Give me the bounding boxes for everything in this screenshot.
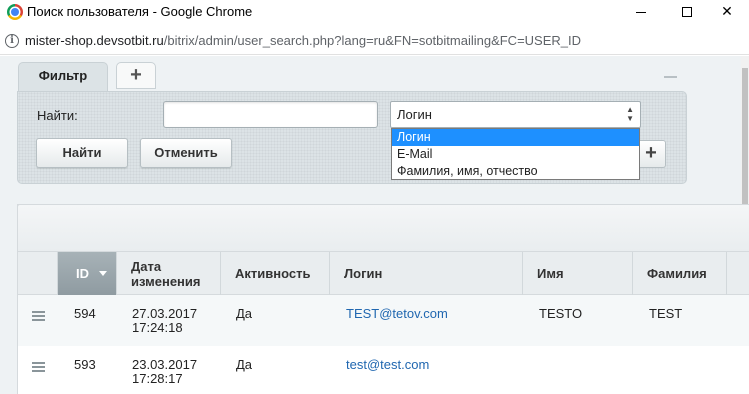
url-path: /bitrix/admin/user_search.php?lang=ru&FN… [163,33,582,48]
cell-date-time: 17:28:17 [132,371,183,386]
maximize-icon [682,7,692,18]
address-bar[interactable]: i mister-shop.devsotbit.ru/bitrix/admin/… [0,27,749,55]
cell-date-day: 27.03.2017 [132,306,198,321]
url-text[interactable]: mister-shop.devsotbit.ru/bitrix/admin/us… [25,33,581,48]
cell-login: test@test.com [346,358,429,372]
collapse-filter-icon[interactable] [664,76,677,78]
cell-login: TEST@tetov.com [346,307,448,321]
table-row[interactable]: 593 23.03.2017 17:28:17 Да test@test.com [17,346,749,394]
cell-active: Да [236,306,253,321]
tab-filter[interactable]: Фильтр [18,62,108,92]
cell-date-day: 23.03.2017 [132,357,198,372]
window-title: Поиск пользователя - Google Chrome [27,4,253,19]
cell-name: TESTO [539,306,583,321]
search-field-dropdown[interactable]: Логин E-Mail Фамилия, имя, отчество [391,128,640,180]
cell-surname: TEST [649,306,683,321]
cancel-button[interactable]: Отменить [140,138,232,168]
find-input[interactable] [163,101,378,128]
header-menu-column [18,252,58,295]
chrome-logo-icon [7,4,23,20]
cell-id: 593 [74,357,96,372]
row-menu-icon[interactable] [32,362,45,372]
login-link[interactable]: test@test.com [346,357,429,372]
add-condition-button[interactable]: + [636,140,666,168]
find-label: Найти: [37,108,78,123]
cell-date: 27.03.2017 17:24:18 [132,307,197,335]
minimize-icon [636,11,646,13]
search-field-select[interactable]: Логин ▲ ▼ [390,101,641,128]
header-name[interactable]: Имя [523,252,633,295]
header-id[interactable]: ID [58,252,117,295]
option-login[interactable]: Логин [392,129,639,146]
grid-header: ID Дата изменения Активность Логин Имя Ф… [17,252,749,295]
url-host: mister-shop.devsotbit.ru [25,33,164,48]
minimize-button[interactable] [618,0,664,24]
row-menu-icon[interactable] [32,311,45,321]
add-filter-tab-button[interactable]: + [116,62,156,89]
header-login[interactable]: Логин [330,252,523,295]
sort-desc-icon [99,271,107,276]
info-icon[interactable]: i [5,34,19,48]
header-surname[interactable]: Фамилия [633,252,727,295]
option-full-name[interactable]: Фамилия, имя, отчество [392,163,639,180]
window-titlebar: Поиск пользователя - Google Chrome ✕ [0,0,749,26]
login-link[interactable]: TEST@tetov.com [346,306,448,321]
option-email[interactable]: E-Mail [392,146,639,163]
close-icon: ✕ [721,3,733,19]
close-button[interactable]: ✕ [704,0,749,24]
select-arrows-icon: ▲ ▼ [626,105,634,123]
cell-active: Да [236,357,253,372]
grid-toolbar [17,204,749,252]
header-date-changed[interactable]: Дата изменения [117,252,221,295]
cell-id: 594 [74,306,96,321]
header-id-label: ID [76,266,89,281]
find-button[interactable]: Найти [36,138,128,168]
header-active[interactable]: Активность [221,252,330,295]
cell-date: 23.03.2017 17:28:17 [132,358,197,386]
cell-date-time: 17:24:18 [132,320,183,335]
table-row[interactable]: 594 27.03.2017 17:24:18 Да TEST@tetov.com… [17,295,749,347]
select-value: Логин [397,107,432,122]
